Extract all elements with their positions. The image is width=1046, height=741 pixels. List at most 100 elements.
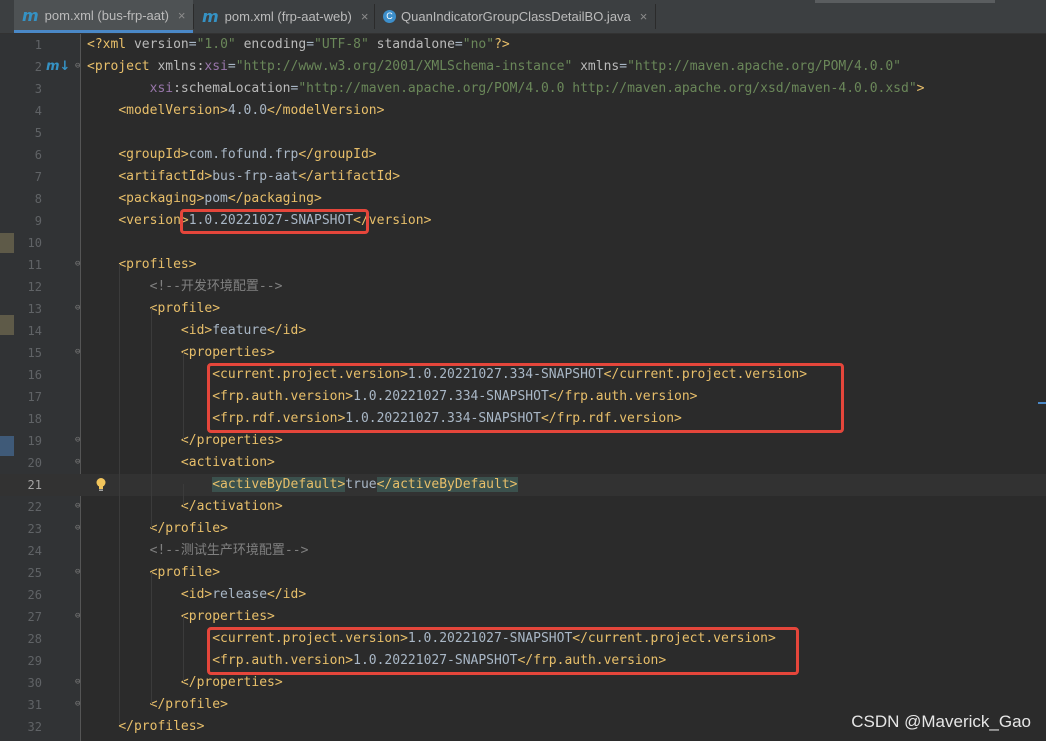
fold-icon[interactable]: ⊖ xyxy=(75,348,84,357)
code-line[interactable]: 9 <version>1.0.20221027-SNAPSHOT</versio… xyxy=(0,210,1046,232)
code-line[interactable]: 25 <profile> xyxy=(0,562,1046,584)
tab-pom-frp-aat-web[interactable]: m pom.xml (frp-aat-web) × xyxy=(194,0,374,33)
line-number: 3 xyxy=(34,82,42,96)
code-line[interactable]: 8 <packaging>pom</packaging> xyxy=(0,188,1046,210)
tab-quan-indicator-bo[interactable]: C QuanIndicatorGroupClassDetailBO.java × xyxy=(375,0,655,33)
code-line[interactable]: 13 <profile> xyxy=(0,298,1046,320)
line-number: 6 xyxy=(34,148,42,162)
code-text[interactable]: <packaging>pom</packaging> xyxy=(87,188,322,210)
code-line[interactable]: 26 <id>release</id> xyxy=(0,584,1046,606)
tab-label: QuanIndicatorGroupClassDetailBO.java xyxy=(401,9,631,24)
highlight-box-feature-properties xyxy=(207,363,844,433)
close-icon[interactable]: × xyxy=(361,9,369,24)
code-text[interactable]: <?xml version="1.0" encoding="UTF-8" sta… xyxy=(87,34,510,56)
code-text[interactable]: <groupId>com.fofund.frp</groupId> xyxy=(87,144,376,166)
highlight-box-version xyxy=(180,209,369,234)
code-line[interactable]: 1 <?xml version="1.0" encoding="UTF-8" st… xyxy=(0,34,1046,56)
code-line[interactable]: 6 <groupId>com.fofund.frp</groupId> xyxy=(0,144,1046,166)
line-number: 17 xyxy=(27,390,42,404)
code-text[interactable]: <profile> xyxy=(87,562,220,584)
code-line[interactable]: 22 </activation> xyxy=(0,496,1046,518)
fold-icon[interactable]: ⊖ xyxy=(75,304,84,313)
tab-label: pom.xml (frp-aat-web) xyxy=(224,9,352,24)
line-number: 14 xyxy=(27,324,42,338)
code-text[interactable]: </profile> xyxy=(87,518,228,540)
fold-icon[interactable]: ⊖ xyxy=(75,502,84,511)
code-text[interactable]: <project xmlns:xsi="http://www.w3.org/20… xyxy=(87,56,901,78)
line-number: 9 xyxy=(34,214,42,228)
code-text[interactable]: </properties> xyxy=(87,672,283,694)
code-text[interactable]: <!--测试生产环境配置--> xyxy=(87,540,309,562)
fold-icon[interactable]: ⊖ xyxy=(75,458,84,467)
code-text[interactable]: </activation> xyxy=(87,496,283,518)
code-text[interactable]: <profiles> xyxy=(87,254,196,276)
code-text[interactable]: </properties> xyxy=(87,430,283,452)
code-line[interactable]: 11 <profiles> xyxy=(0,254,1046,276)
line-number: 21 xyxy=(27,478,42,492)
line-number: 2 xyxy=(34,60,42,74)
line-number: 25 xyxy=(27,566,42,580)
line-number: 26 xyxy=(27,588,42,602)
code-text[interactable]: <artifactId>bus-frp-aat</artifactId> xyxy=(87,166,400,188)
code-text[interactable]: </profile> xyxy=(87,694,228,716)
code-line[interactable]: 7 <artifactId>bus-frp-aat</artifactId> xyxy=(0,166,1046,188)
code-line[interactable]: 27 <properties> xyxy=(0,606,1046,628)
code-line[interactable]: 14 <id>feature</id> xyxy=(0,320,1046,342)
close-icon[interactable]: × xyxy=(178,8,186,23)
fold-icon[interactable]: ⊖ xyxy=(75,524,84,533)
fold-icon[interactable]: ⊖ xyxy=(75,260,84,269)
code-line[interactable]: 24 <!--测试生产环境配置--> xyxy=(0,540,1046,562)
editor-tab-bar: m pom.xml (bus-frp-aat) × m pom.xml (frp… xyxy=(0,0,1046,34)
code-line[interactable]: 23 </profile> xyxy=(0,518,1046,540)
code-line[interactable]: 4 <modelVersion>4.0.0</modelVersion> xyxy=(0,100,1046,122)
code-line[interactable]: 10 xyxy=(0,232,1046,254)
code-text[interactable]: <properties> xyxy=(87,342,275,364)
code-text[interactable]: <activation> xyxy=(87,452,275,474)
code-line[interactable]: 15 <properties> xyxy=(0,342,1046,364)
line-number: 5 xyxy=(34,126,42,140)
tab-pom-bus-frp-aat[interactable]: m pom.xml (bus-frp-aat) × xyxy=(14,0,193,33)
fold-icon[interactable]: ⊖ xyxy=(75,700,84,709)
code-text[interactable]: <profile> xyxy=(87,298,220,320)
line-number: 24 xyxy=(27,544,42,558)
code-line[interactable]: 3 xsi:schemaLocation="http://maven.apach… xyxy=(0,78,1046,100)
line-number: 13 xyxy=(27,302,42,316)
maven-icon: m xyxy=(22,5,39,25)
tab-bar-scroll-track xyxy=(815,0,995,3)
line-number: 18 xyxy=(27,412,42,426)
fold-icon[interactable]: ⊖ xyxy=(75,678,84,687)
line-number: 31 xyxy=(27,698,42,712)
line-number: 29 xyxy=(27,654,42,668)
code-line[interactable]: 20 <activation> xyxy=(0,452,1046,474)
fold-icon[interactable]: ⊖ xyxy=(75,568,84,577)
watermark: CSDN @Maverick_Gao xyxy=(851,712,1031,731)
code-text[interactable]: </profiles> xyxy=(87,716,204,738)
line-number: 23 xyxy=(27,522,42,536)
code-line[interactable]: 19 </properties> xyxy=(0,430,1046,452)
class-icon: C xyxy=(383,10,396,23)
line-number: 28 xyxy=(27,632,42,646)
fold-icon[interactable]: ⊖ xyxy=(75,612,84,621)
code-text[interactable]: <modelVersion>4.0.0</modelVersion> xyxy=(87,100,384,122)
line-number: 1 xyxy=(34,38,42,52)
close-icon[interactable]: × xyxy=(640,9,648,24)
code-line[interactable]: 5 xyxy=(0,122,1046,144)
lightbulb-icon[interactable] xyxy=(95,477,107,493)
line-number: 20 xyxy=(27,456,42,470)
maven-gutter-icon[interactable]: m↓ xyxy=(46,59,70,74)
tab-label: pom.xml (bus-frp-aat) xyxy=(44,7,169,23)
scrollbar-marker xyxy=(1038,402,1046,404)
line-number: 30 xyxy=(27,676,42,690)
fold-icon[interactable]: ⊖ xyxy=(75,62,84,71)
line-number: 4 xyxy=(34,104,42,118)
code-line[interactable]: 30 </properties> xyxy=(0,672,1046,694)
code-line[interactable]: 2 <project xmlns:xsi="http://www.w3.org/2… xyxy=(0,56,1046,78)
line-number: 16 xyxy=(27,368,42,382)
code-text[interactable]: <properties> xyxy=(87,606,275,628)
code-line[interactable]: 12 <!--开发环境配置--> xyxy=(0,276,1046,298)
line-number: 22 xyxy=(27,500,42,514)
code-line[interactable]: 21 <activeByDefault>true</activeByDefaul… xyxy=(0,474,1046,496)
fold-icon[interactable]: ⊖ xyxy=(75,436,84,445)
code-text[interactable]: xsi:schemaLocation="http://maven.apache.… xyxy=(87,78,925,100)
code-text[interactable]: <!--开发环境配置--> xyxy=(87,276,283,298)
